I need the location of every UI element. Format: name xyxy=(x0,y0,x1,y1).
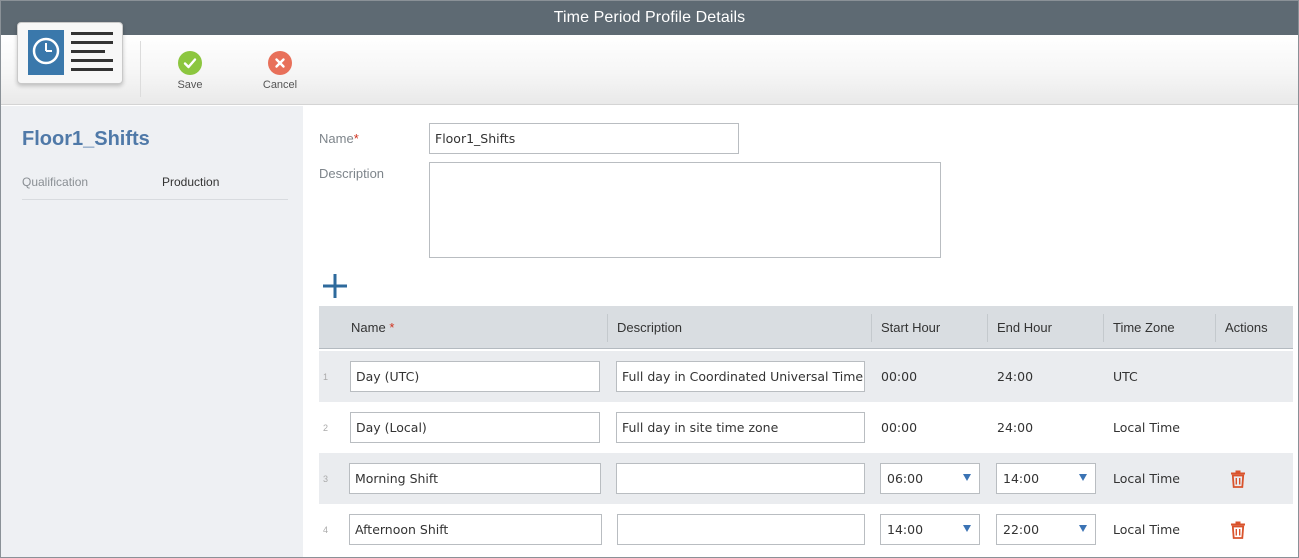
dropdown-arrow-icon xyxy=(1079,525,1087,532)
window-title: Time Period Profile Details xyxy=(553,9,746,26)
time-period-profile-window: Time Period Profile Details Save Cancel … xyxy=(0,0,1299,558)
column-separator xyxy=(1103,314,1104,342)
dropdown-arrow-icon xyxy=(963,474,971,481)
period-description-input[interactable]: Full day in Coordinated Universal Time xyxy=(616,361,865,392)
table-row: 1 Day (UTC) Full day in Coordinated Univ… xyxy=(319,351,1293,402)
plus-icon xyxy=(323,274,347,298)
column-header-name-text: Name xyxy=(351,319,386,335)
required-mark: * xyxy=(353,131,359,146)
time-period-profile-icon xyxy=(17,22,123,84)
table-row: 4 Afternoon Shift 14:00 22:00 Local Time xyxy=(319,504,1293,555)
column-header-name[interactable]: Name * xyxy=(343,306,394,348)
column-separator xyxy=(871,314,872,342)
name-input[interactable]: Floor1_Shifts xyxy=(429,123,739,154)
start-hour-value: 06:00 xyxy=(887,471,924,486)
description-field-label: Description xyxy=(319,166,385,181)
table-row: 3 Morning Shift 06:00 14:00 Local Time xyxy=(319,453,1293,504)
column-separator xyxy=(607,314,608,342)
trash-icon xyxy=(1231,521,1245,539)
column-header-actions: Actions xyxy=(1225,319,1268,335)
dropdown-arrow-icon xyxy=(963,525,971,532)
qualification-value: Production xyxy=(162,175,220,189)
period-name-value: Day (UTC) xyxy=(356,369,420,384)
description-textarea[interactable] xyxy=(429,162,941,258)
toolbar-separator xyxy=(140,41,141,97)
start-hour-text: 00:00 xyxy=(881,420,918,435)
time-zone-text: Local Time xyxy=(1113,471,1180,486)
start-hour-text: 00:00 xyxy=(881,369,918,384)
delete-row-button[interactable] xyxy=(1230,470,1246,488)
end-hour-text: 24:00 xyxy=(997,369,1034,384)
qualification-row: Qualification Production xyxy=(22,172,288,200)
name-field-label: Name* xyxy=(319,131,359,146)
period-description-input[interactable] xyxy=(617,514,865,545)
column-required-mark: * xyxy=(389,319,395,335)
toolbar: Save Cancel xyxy=(1,22,1298,105)
period-description-input[interactable] xyxy=(616,463,865,494)
period-description-value: Full day in site time zone xyxy=(622,420,779,435)
column-header-end-hour[interactable]: End Hour xyxy=(989,306,1052,348)
qualification-label: Qualification xyxy=(22,175,89,189)
row-number: 1 xyxy=(323,371,329,382)
name-label-text: Name xyxy=(319,131,354,146)
column-separator xyxy=(987,314,988,342)
cancel-label: Cancel xyxy=(262,79,298,91)
time-zone-text: UTC xyxy=(1113,369,1138,384)
period-name-value: Day (Local) xyxy=(356,420,427,435)
start-hour-select[interactable]: 14:00 xyxy=(880,514,980,545)
start-hour-value: 14:00 xyxy=(887,522,924,537)
close-icon xyxy=(268,51,292,75)
period-name-input[interactable]: Day (Local) xyxy=(350,412,600,443)
end-hour-value: 14:00 xyxy=(1003,471,1040,486)
table-row: 2 Day (Local) Full day in site time zone… xyxy=(319,402,1293,453)
end-hour-value: 22:00 xyxy=(1003,522,1040,537)
time-zone-text: Local Time xyxy=(1113,420,1180,435)
cancel-button[interactable]: Cancel xyxy=(250,51,310,91)
delete-row-button[interactable] xyxy=(1230,521,1246,539)
time-zone-text: Local Time xyxy=(1113,522,1180,537)
column-header-start-hour[interactable]: Start Hour xyxy=(873,306,940,348)
checkmark-icon xyxy=(178,51,202,75)
column-header-time-zone[interactable]: Time Zone xyxy=(1105,306,1175,348)
column-separator xyxy=(1215,314,1216,342)
trash-icon xyxy=(1231,470,1245,488)
window-title-bar: Time Period Profile Details xyxy=(1,1,1298,35)
period-name-input[interactable]: Afternoon Shift xyxy=(349,514,602,545)
period-name-value: Morning Shift xyxy=(355,471,438,486)
end-hour-select[interactable]: 14:00 xyxy=(996,463,1096,494)
dropdown-arrow-icon xyxy=(1079,474,1087,481)
add-time-period-button[interactable] xyxy=(321,272,349,300)
row-number: 2 xyxy=(323,422,329,433)
row-number: 3 xyxy=(323,473,329,484)
profile-title: Floor1_Shifts xyxy=(22,128,150,150)
period-description-value: Full day in Coordinated Universal Time xyxy=(622,369,864,384)
name-input-value: Floor1_Shifts xyxy=(435,131,516,146)
period-name-input[interactable]: Morning Shift xyxy=(349,463,601,494)
period-name-value: Afternoon Shift xyxy=(355,522,449,537)
period-name-input[interactable]: Day (UTC) xyxy=(350,361,600,392)
end-hour-text: 24:00 xyxy=(997,420,1034,435)
time-periods-grid-header: Name * Description Start Hour End Hour T… xyxy=(319,306,1293,349)
summary-panel: Floor1_Shifts Qualification Production xyxy=(1,106,303,557)
start-hour-select[interactable]: 06:00 xyxy=(880,463,980,494)
row-number: 4 xyxy=(323,524,329,535)
period-description-input[interactable]: Full day in site time zone xyxy=(616,412,865,443)
end-hour-select[interactable]: 22:00 xyxy=(996,514,1096,545)
save-button[interactable]: Save xyxy=(160,51,220,91)
save-label: Save xyxy=(177,79,203,91)
column-header-description[interactable]: Description xyxy=(609,306,682,348)
